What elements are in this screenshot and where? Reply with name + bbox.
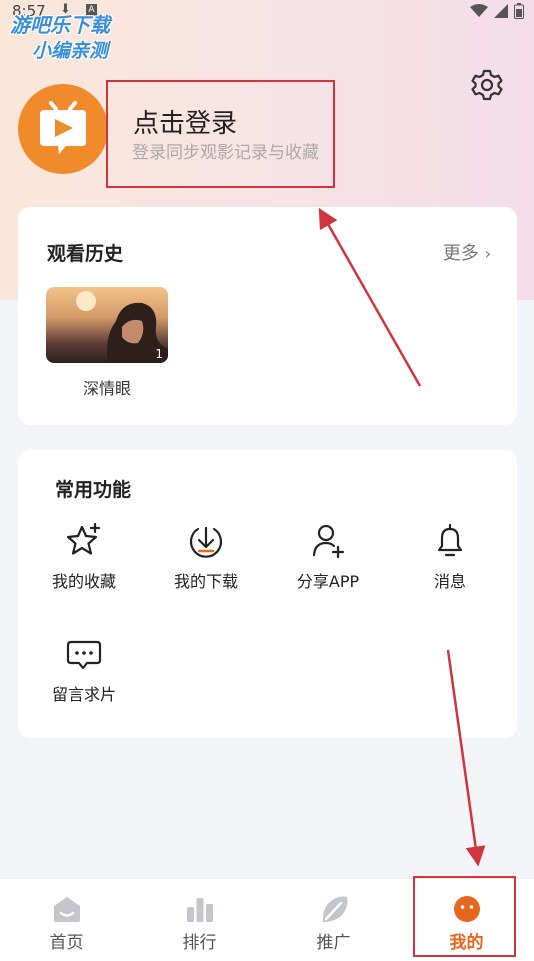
common-functions-title: 常用功能 — [55, 479, 132, 501]
settings-gear-icon[interactable] — [470, 68, 504, 102]
request-movie-label: 留言求片 — [51, 685, 116, 704]
watermark-line2: 小编亲测 — [32, 40, 109, 62]
tab-promote-label: 推广 — [316, 933, 351, 953]
app-logo-icon — [40, 101, 86, 154]
tab-highlight-box — [413, 876, 516, 957]
favorites-label: 我的收藏 — [51, 572, 116, 591]
tab-home-label: 首页 — [49, 933, 84, 953]
watermark-line1: 游吧乐下载 — [10, 13, 110, 37]
wifi-icon — [470, 4, 488, 17]
downloads-button[interactable]: 我的下载 — [156, 522, 256, 592]
share-user-icon — [312, 524, 345, 559]
watch-history-title: 观看历史 — [47, 243, 124, 265]
more-label: 更多 — [442, 243, 479, 264]
messages-label: 消息 — [433, 572, 466, 591]
download-icon — [189, 526, 223, 558]
chevron-right-icon: › — [484, 244, 491, 263]
messages-button[interactable]: 消息 — [400, 522, 500, 592]
share-app-label: 分享APP — [296, 572, 360, 591]
tab-ranking-label: 排行 — [182, 933, 217, 953]
home-icon — [53, 897, 80, 922]
ranking-icon — [186, 898, 213, 922]
signal-icon — [494, 4, 508, 18]
bell-icon — [437, 523, 463, 557]
watermark: 游吧乐下载 小编亲测 — [10, 12, 110, 64]
promote-icon — [322, 896, 347, 922]
downloads-label: 我的下载 — [173, 572, 238, 591]
message-icon — [66, 640, 102, 670]
history-item-thumbnail[interactable]: 1 — [46, 287, 168, 363]
avatar[interactable] — [18, 84, 108, 174]
star-icon — [66, 522, 101, 555]
favorites-button[interactable]: 我的收藏 — [34, 522, 134, 592]
request-movie-button[interactable]: 留言求片 — [34, 635, 134, 705]
thumbnail-image — [76, 291, 168, 363]
tab-ranking[interactable]: 排行 — [133, 879, 266, 961]
episode-count: 1 — [155, 347, 163, 361]
history-item-title[interactable]: 深情眼 — [46, 375, 168, 399]
battery-icon — [514, 3, 524, 19]
login-highlight-box — [106, 80, 335, 188]
share-app-button[interactable]: 分享APP — [278, 522, 378, 592]
tab-home[interactable]: 首页 — [0, 879, 133, 961]
history-more-link[interactable]: 更多 › — [443, 239, 491, 265]
tab-promote[interactable]: 推广 — [267, 879, 400, 961]
status-icons — [470, 3, 524, 19]
